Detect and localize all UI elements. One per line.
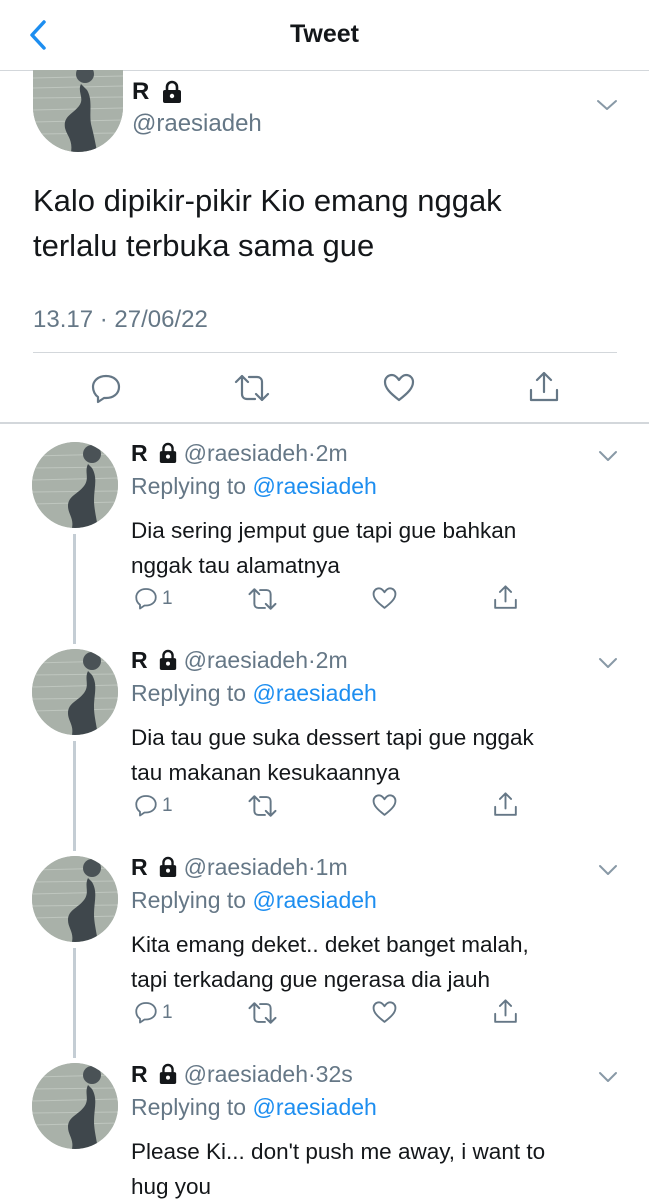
replying-to-label: Replying to [131,473,247,499]
mention-link[interactable]: @raesiadeh [252,680,376,706]
mention-link[interactable]: @raesiadeh [252,473,376,499]
tweet-text-line: Kalo dipikir-pikir Kio emang nggak [33,183,502,218]
display-name[interactable]: R [131,854,148,880]
lock-icon [158,649,178,671]
retweet-icon[interactable] [247,793,278,819]
tweet-actions: 1 [0,988,649,1028]
tweet-text-line: Please Ki... don't push me away, i want … [131,1139,546,1164]
tweet-actions: 1 [0,781,649,821]
top-bar: Tweet [0,0,649,71]
divider [33,352,617,353]
chevron-down-icon[interactable] [595,96,619,114]
user-handle[interactable]: @raesiadeh [184,854,308,880]
tweet-text: Dia tau gue suka dessert tapi gue nggak t… [131,720,611,790]
page-title: Tweet [290,20,359,48]
reply-icon[interactable] [133,1000,159,1024]
tweet-actions [0,358,649,418]
separator-dot: · [308,1061,316,1087]
relative-time: 2m [315,440,348,466]
replying-to-label: Replying to [131,887,247,913]
reply-icon[interactable] [133,793,159,817]
user-handle[interactable]: @raesiadeh [184,440,308,466]
reply-count: 1 [162,588,173,609]
separator-dot: · [308,440,316,466]
avatar[interactable] [32,649,118,735]
user-handle[interactable]: @raesiadeh [132,110,262,138]
share-icon[interactable] [492,584,519,611]
tweet-text-line: Dia tau gue suka dessert tapi gue nggak [131,725,534,750]
display-name[interactable]: R [132,78,149,106]
replying-to: Replying to @raesiadeh [131,1094,377,1121]
tweet-text-line: hug you [131,1174,212,1199]
display-name[interactable]: R [131,440,148,466]
retweet-icon[interactable] [247,1000,278,1026]
tweet-actions: 1 [0,574,649,614]
like-icon[interactable] [382,372,416,404]
mention-link[interactable]: @raesiadeh [252,1094,376,1120]
lock-icon [158,442,178,464]
reply-header: R @raesiadeh·1m [131,854,348,881]
avatar[interactable] [32,856,118,942]
share-icon[interactable] [527,370,561,404]
relative-time: 2m [315,647,348,673]
timestamp: 13.17 · 27/06/22 [33,306,208,333]
share-icon[interactable] [492,998,519,1025]
replying-to: Replying to @raesiadeh [131,680,377,707]
lock-icon [161,80,183,104]
tweet-text-line: Kita emang deket.. deket banget malah, [131,932,529,957]
reply-icon[interactable] [133,586,159,610]
reply-header: R @raesiadeh·32s [131,1061,353,1088]
like-icon[interactable] [371,793,398,818]
reply-header: R @raesiadeh·2m [131,440,348,467]
tweet-text: Kalo dipikir-pikir Kio emang nggak terla… [33,178,623,268]
reply-tweet[interactable]: R @raesiadeh·32s Replying to @raesiadeh P… [0,1045,649,1200]
tweet-text: Dia sering jemput gue tapi gue bahkan ngg… [131,513,611,583]
like-icon[interactable] [371,1000,398,1025]
display-name[interactable]: R [131,1061,148,1087]
reply-tweet[interactable]: R @raesiadeh·2m Replying to @raesiadeh Di… [0,424,649,644]
tweet-text-line: Dia sering jemput gue tapi gue bahkan [131,518,517,543]
share-icon[interactable] [492,791,519,818]
replying-to-label: Replying to [131,680,247,706]
avatar[interactable] [33,70,123,152]
reply-icon[interactable] [89,372,123,404]
replying-to: Replying to @raesiadeh [131,473,377,500]
display-name[interactable]: R [131,647,148,673]
reply-header: R @raesiadeh·2m [131,647,348,674]
replying-to: Replying to @raesiadeh [131,887,377,914]
reply-count: 1 [162,795,173,816]
tweet-text: Please Ki... don't push me away, i want … [131,1134,631,1204]
user-handle[interactable]: @raesiadeh [184,647,308,673]
lock-icon [158,1063,178,1085]
relative-time: 1m [315,854,348,880]
separator-dot: · [308,854,316,880]
reply-tweet[interactable]: R @raesiadeh·2m Replying to @raesiadeh Di… [0,631,649,851]
reply-tweet[interactable]: R @raesiadeh·1m Replying to @raesiadeh Ki… [0,838,649,1058]
relative-time: 32s [315,1061,353,1087]
tweet-text: Kita emang deket.. deket banget malah, ta… [131,927,611,997]
mention-link[interactable]: @raesiadeh [252,887,376,913]
retweet-icon[interactable] [247,586,278,612]
separator-dot: · [308,647,316,673]
tweet-text-line: terlalu terbuka sama gue [33,228,375,263]
chevron-down-icon[interactable] [597,448,619,464]
lock-icon [158,856,178,878]
like-icon[interactable] [371,586,398,611]
avatar[interactable] [32,442,118,528]
avatar[interactable] [32,1063,118,1149]
replying-to-label: Replying to [131,1094,247,1120]
user-handle[interactable]: @raesiadeh [184,1061,308,1087]
chevron-down-icon[interactable] [597,862,619,878]
chevron-down-icon[interactable] [597,1069,619,1085]
retweet-icon[interactable] [233,372,271,404]
reply-count: 1 [162,1002,173,1023]
chevron-down-icon[interactable] [597,655,619,671]
